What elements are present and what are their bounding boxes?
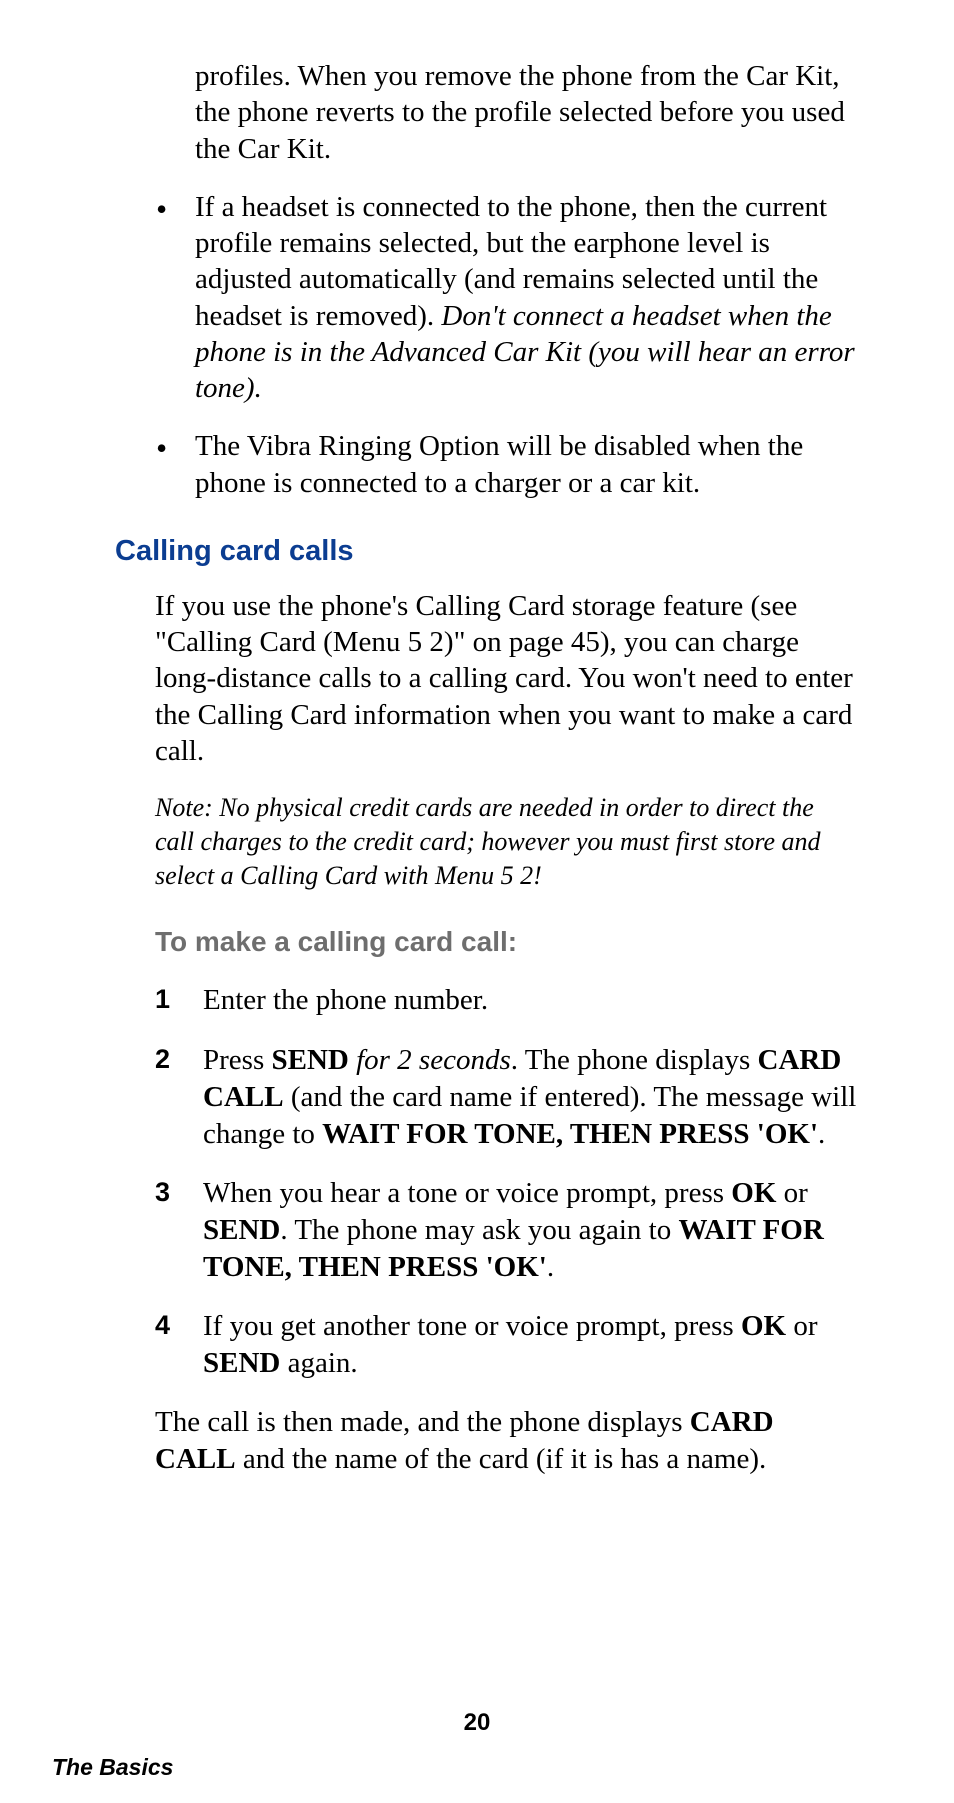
- bullet-item-2: The Vibra Ringing Option will be disable…: [150, 428, 859, 501]
- page-number: 20: [0, 1709, 954, 1737]
- step-2-number: 2: [155, 1042, 170, 1077]
- step-2-text-c: . The phone displays: [511, 1044, 758, 1076]
- step-4-text-a: If you get another tone or voice prompt,…: [203, 1310, 741, 1342]
- step-4-text-b: or: [786, 1310, 817, 1342]
- page-content: profiles. When you remove the phone from…: [95, 58, 859, 1479]
- step-3-text-c: . The phone may ask you again to: [280, 1214, 678, 1246]
- section-heading: Calling card calls: [115, 535, 859, 568]
- closing-text-a: The call is then made, and the phone dis…: [155, 1406, 690, 1438]
- numbered-list: 1 Enter the phone number. 2 Press SEND f…: [155, 982, 859, 1382]
- step-3: 3 When you hear a tone or voice prompt, …: [155, 1175, 859, 1286]
- step-3-number: 3: [155, 1175, 170, 1210]
- step-4-text-c: again.: [280, 1347, 357, 1379]
- step-4-send: SEND: [203, 1347, 280, 1379]
- step-3-send: SEND: [203, 1214, 280, 1246]
- step-2-wait: WAIT FOR TONE, THEN PRESS 'OK': [322, 1118, 818, 1150]
- continued-paragraph: profiles. When you remove the phone from…: [195, 58, 859, 167]
- bullet-list: If a headset is connected to the phone, …: [150, 189, 859, 501]
- step-2-send: SEND: [271, 1044, 348, 1076]
- intro-paragraph: If you use the phone's Calling Card stor…: [155, 588, 859, 769]
- step-1-text: Enter the phone number.: [203, 984, 488, 1016]
- step-2-text-b: [349, 1044, 356, 1076]
- step-3-text-a: When you hear a tone or voice prompt, pr…: [203, 1177, 731, 1209]
- step-2-text-e: .: [818, 1118, 825, 1150]
- step-4: 4 If you get another tone or voice promp…: [155, 1308, 859, 1382]
- closing-paragraph: The call is then made, and the phone dis…: [155, 1404, 859, 1478]
- subheading: To make a calling card call:: [155, 926, 859, 958]
- closing-text-b: and the name of the card (if it is has a…: [236, 1443, 767, 1475]
- step-2: 2 Press SEND for 2 seconds. The phone di…: [155, 1042, 859, 1153]
- bullet-item-1: If a headset is connected to the phone, …: [150, 189, 859, 407]
- note-paragraph: Note: No physical credit cards are neede…: [155, 791, 859, 892]
- footer-section-label: The Basics: [52, 1754, 173, 1781]
- step-1: 1 Enter the phone number.: [155, 982, 859, 1019]
- step-3-ok: OK: [731, 1177, 776, 1209]
- step-3-text-d: .: [547, 1251, 554, 1283]
- step-4-ok: OK: [741, 1310, 786, 1342]
- step-2-italic: for 2 seconds: [356, 1044, 511, 1076]
- step-2-text-a: Press: [203, 1044, 271, 1076]
- step-4-number: 4: [155, 1308, 170, 1343]
- step-3-text-b: or: [776, 1177, 807, 1209]
- step-1-number: 1: [155, 982, 170, 1017]
